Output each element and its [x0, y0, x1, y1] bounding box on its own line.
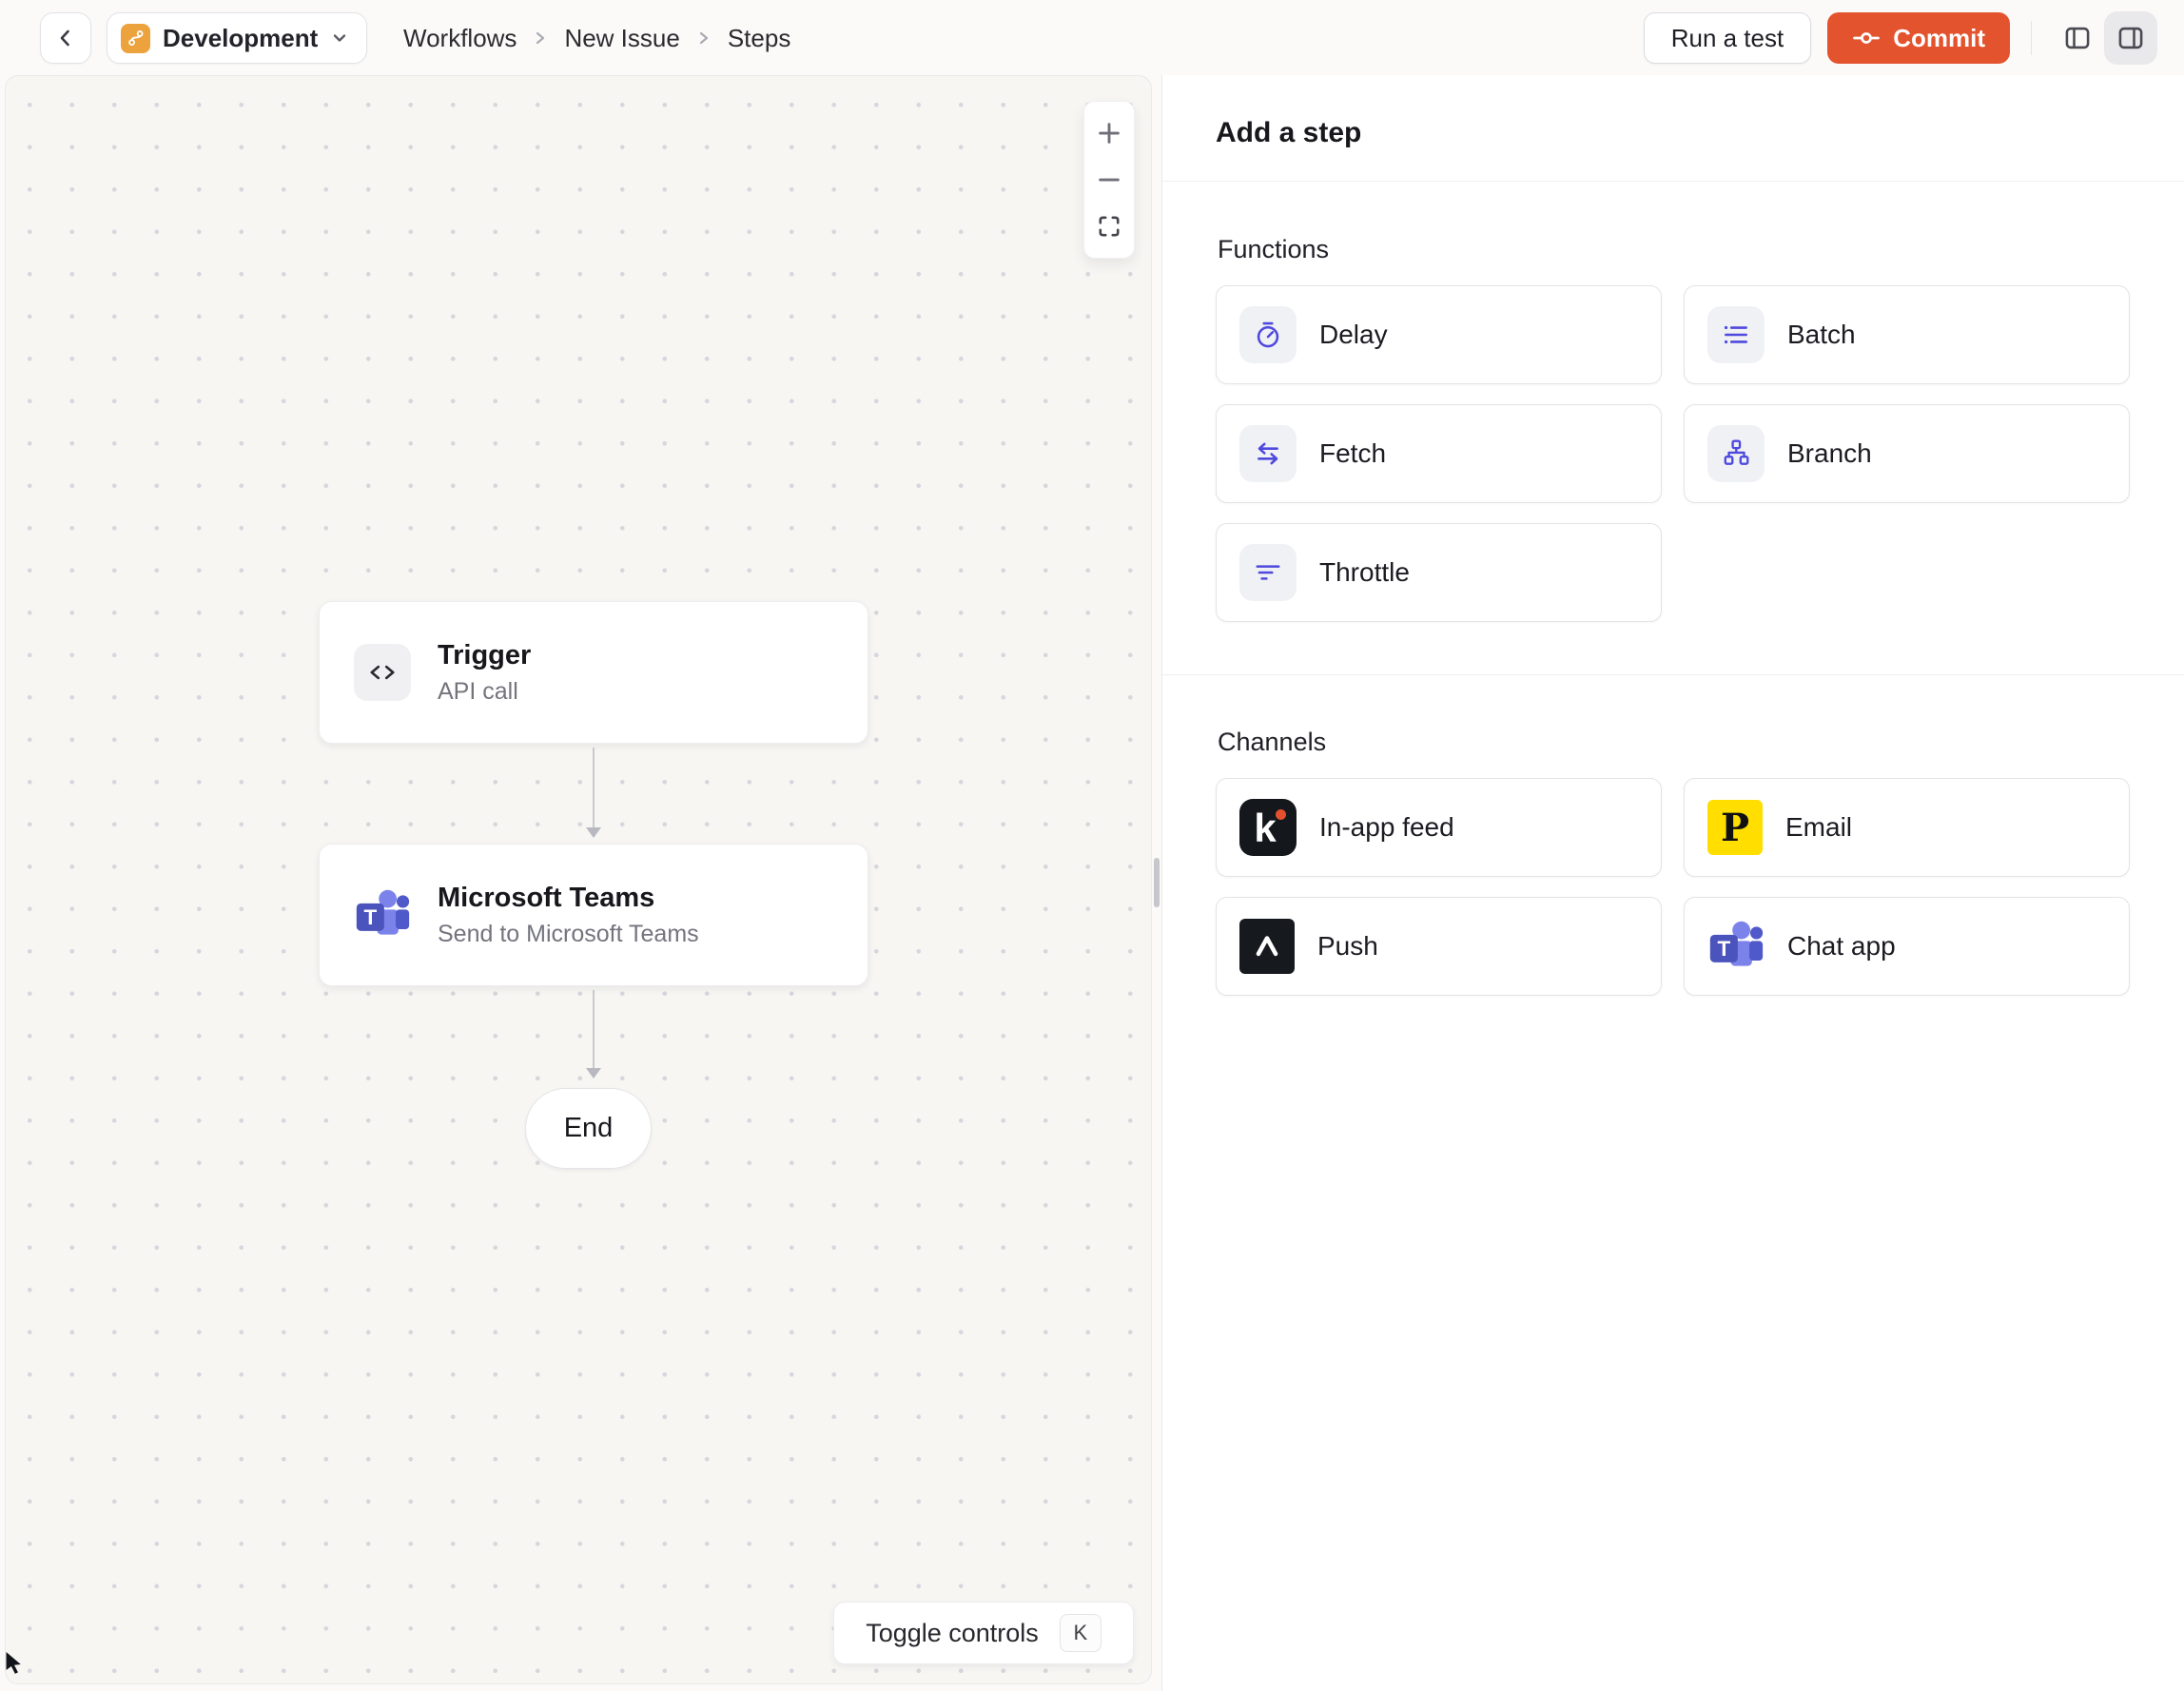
- panel-divider: [1162, 674, 2184, 675]
- panel-divider: [1162, 181, 2184, 182]
- mouse-cursor: [6, 1652, 21, 1674]
- fit-view-button[interactable]: [1090, 207, 1128, 245]
- breadcrumb: Workflows New Issue Steps: [403, 0, 790, 76]
- back-button[interactable]: [40, 12, 91, 64]
- edge-trigger-to-teams: [593, 748, 595, 831]
- function-card-branch[interactable]: Branch: [1684, 404, 2130, 503]
- environment-switcher[interactable]: Development: [107, 12, 368, 64]
- functions-section-label: Functions: [1218, 235, 1330, 263]
- svg-text:T: T: [1717, 937, 1730, 961]
- knock-logo-dot: [1276, 809, 1286, 820]
- commit-label: Commit: [1893, 23, 1985, 52]
- environment-name: Development: [163, 23, 319, 52]
- channel-card-in-app-feed[interactable]: k In-app feed: [1216, 778, 1662, 877]
- minus-icon: [1099, 178, 1120, 182]
- workflow-builder-app: Development Workflows New Issue Steps Ru…: [0, 0, 2184, 1691]
- end-node-label: End: [563, 1113, 614, 1143]
- trigger-node-title: Trigger: [438, 639, 532, 671]
- postmark-logo: P: [1707, 800, 1763, 855]
- commit-button[interactable]: Commit: [1827, 12, 2010, 64]
- workflow-canvas[interactable]: Trigger API call T Microsoft Teams Send …: [5, 75, 1152, 1684]
- left-panel-icon: [2065, 27, 2090, 49]
- expo-logo: [1239, 919, 1295, 974]
- end-node: End: [525, 1088, 652, 1169]
- zoom-in-button[interactable]: [1090, 114, 1128, 152]
- filter-lines-icon: [1239, 544, 1297, 601]
- edge-arrowhead: [586, 827, 601, 838]
- chevron-left-icon: [60, 29, 69, 47]
- card-label: Chat app: [1787, 931, 1896, 961]
- microsoft-teams-logo: T: [354, 885, 411, 944]
- edge-arrowhead: [586, 1068, 601, 1079]
- toggle-left-panel-button[interactable]: [2051, 11, 2104, 65]
- chevron-down-icon: [334, 34, 346, 42]
- card-label: Delay: [1319, 320, 1388, 349]
- edge-teams-to-end: [593, 990, 595, 1072]
- function-card-delay[interactable]: Delay: [1216, 285, 1662, 384]
- vertical-scrollbar-thumb[interactable]: [1154, 858, 1160, 907]
- toggle-controls-button[interactable]: Toggle controls K: [833, 1602, 1134, 1664]
- card-label: Push: [1317, 931, 1378, 961]
- channel-card-email[interactable]: P Email: [1684, 778, 2130, 877]
- header-actions: Run a test Commit: [1643, 0, 2184, 76]
- channel-card-push[interactable]: Push: [1216, 897, 1662, 996]
- breadcrumb-workflows[interactable]: Workflows: [403, 24, 517, 53]
- keyboard-shortcut-badge: K: [1059, 1614, 1102, 1652]
- top-bar: Development Workflows New Issue Steps Ru…: [0, 0, 2184, 76]
- fit-view-icon: [1099, 216, 1120, 237]
- trigger-node-subtitle: API call: [438, 677, 518, 705]
- git-branch-icon: [121, 23, 150, 53]
- chevron-right-icon: [696, 29, 712, 47]
- panel-title: Add a step: [1216, 117, 1362, 148]
- zoom-controls: [1083, 101, 1135, 259]
- swap-arrows-icon: [1239, 425, 1297, 482]
- card-label: Throttle: [1319, 557, 1410, 587]
- zoom-out-button[interactable]: [1090, 161, 1128, 199]
- function-card-batch[interactable]: Batch: [1684, 285, 2130, 384]
- svg-text:T: T: [363, 905, 377, 929]
- add-step-panel: Add a step Functions Delay Batch Fetch B…: [1161, 75, 2184, 1691]
- card-label: Fetch: [1319, 438, 1387, 468]
- header-divider: [2031, 21, 2032, 55]
- microsoft-teams-logo: T: [1707, 918, 1765, 975]
- function-card-throttle[interactable]: Throttle: [1216, 523, 1662, 622]
- channels-section-label: Channels: [1218, 728, 1327, 756]
- list-icon: [1707, 306, 1765, 363]
- stopwatch-icon: [1239, 306, 1297, 363]
- channel-card-chat-app[interactable]: T Chat app: [1684, 897, 2130, 996]
- knock-logo: k: [1239, 799, 1297, 856]
- card-label: In-app feed: [1319, 812, 1454, 842]
- function-card-fetch[interactable]: Fetch: [1216, 404, 1662, 503]
- microsoft-teams-node[interactable]: T Microsoft Teams Send to Microsoft Team…: [319, 844, 868, 986]
- commit-icon: [1853, 32, 1881, 44]
- knock-logo-letter: k: [1254, 806, 1277, 850]
- trigger-node[interactable]: Trigger API call: [319, 601, 868, 744]
- breadcrumb-new-issue[interactable]: New Issue: [564, 24, 679, 53]
- code-icon: [354, 644, 411, 701]
- card-label: Email: [1785, 812, 1853, 842]
- channels-grid: k In-app feed P Email Push T Chat app: [1216, 778, 2130, 996]
- teams-node-subtitle: Send to Microsoft Teams: [438, 920, 699, 947]
- card-label: Branch: [1787, 438, 1872, 468]
- functions-grid: Delay Batch Fetch Branch Throttle: [1216, 285, 2130, 622]
- breadcrumb-steps: Steps: [727, 23, 791, 52]
- hierarchy-icon: [1707, 425, 1765, 482]
- toggle-right-panel-button[interactable]: [2104, 11, 2157, 65]
- postmark-logo-letter: P: [1720, 805, 1750, 850]
- run-a-test-button[interactable]: Run a test: [1643, 12, 1812, 64]
- right-panel-icon: [2118, 27, 2143, 49]
- plus-icon: [1099, 122, 1120, 144]
- toggle-controls-label: Toggle controls: [866, 1618, 1039, 1647]
- teams-node-title: Microsoft Teams: [438, 882, 655, 913]
- card-label: Batch: [1787, 320, 1856, 349]
- chevron-right-icon: [533, 29, 548, 47]
